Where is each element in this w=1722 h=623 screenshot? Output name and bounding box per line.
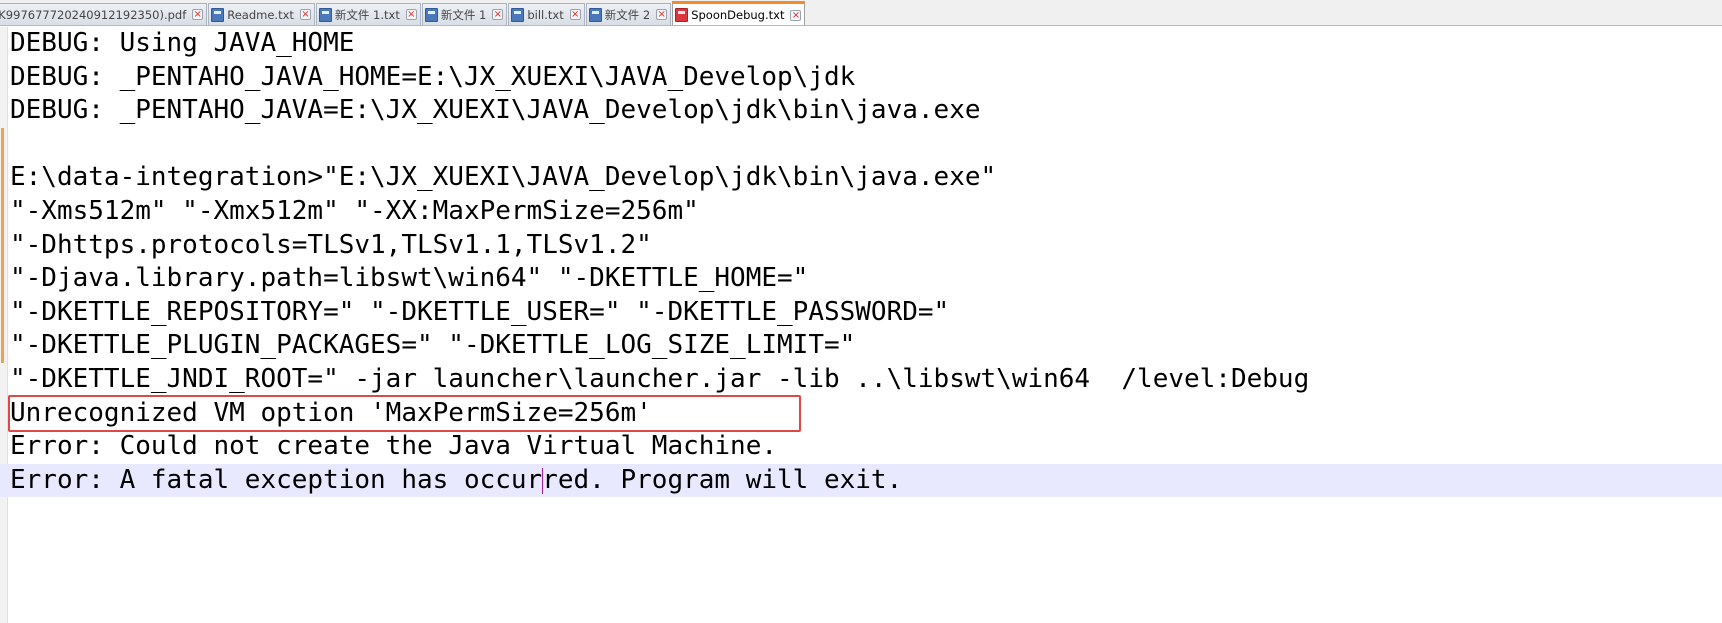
- change-marker: [1, 161, 4, 195]
- editor-line[interactable]: "-DKETTLE_PLUGIN_PACKAGES=" "-DKETTLE_LO…: [0, 329, 1722, 363]
- editor-line[interactable]: [0, 127, 1722, 162]
- line-text: Error: Could not create the Java Virtual…: [10, 431, 778, 462]
- text-editor[interactable]: DEBUG: Using JAVA_HOME DEBUG: _PENTAHO_JA…: [0, 27, 1722, 623]
- tab-6[interactable]: 新文件 2 ×: [585, 3, 672, 25]
- line-text: "-DKETTLE_JNDI_ROOT=" -jar launcher\laun…: [10, 363, 1310, 394]
- text-caret: [542, 467, 544, 494]
- editor-line[interactable]: Error: A fatal exception has occurred. P…: [0, 463, 1722, 498]
- close-tab-icon[interactable]: ×: [299, 9, 311, 20]
- editor-line[interactable]: DEBUG: _PENTAHO_JAVA_HOME=E:\JX_XUEXI\JA…: [0, 61, 1722, 95]
- line-text: E:\data-integration>"E:\JX_XUEXI\JAVA_De…: [10, 162, 997, 193]
- editor-line[interactable]: DEBUG: _PENTAHO_JAVA=E:\JX_XUEXI\JAVA_De…: [0, 94, 1722, 128]
- line-text: DEBUG: Using JAVA_HOME: [10, 28, 355, 58]
- tab-3[interactable]: 新文件 1.txt ×: [315, 3, 421, 25]
- line-text: "-Djava.library.path=libswt\win64" "-DKE…: [10, 263, 809, 294]
- close-tab-icon[interactable]: ×: [790, 9, 802, 21]
- tab-2[interactable]: Readme.txt ×: [208, 3, 315, 25]
- editor-line[interactable]: "-DKETTLE_REPOSITORY=" "-DKETTLE_USER=" …: [0, 295, 1722, 330]
- close-tab-icon[interactable]: ×: [192, 9, 204, 20]
- tab-7[interactable]: SpoonDebug.txt ×: [672, 1, 806, 25]
- saved-file-icon: [424, 7, 438, 22]
- change-marker: [1, 127, 4, 162]
- change-marker: [1, 228, 4, 263]
- tab-label: 新文件 1.txt: [334, 7, 400, 22]
- close-tab-icon[interactable]: ×: [405, 9, 417, 20]
- tab-label: bill.txt: [527, 7, 564, 22]
- tab-label: 新文件 1: [440, 7, 487, 22]
- tab-label: SpoonDebug.txt: [691, 8, 785, 22]
- editor-line[interactable]: Error: Could not create the Java Virtual…: [0, 430, 1722, 464]
- change-marker: [1, 262, 4, 296]
- tab-1[interactable]: EK997677720240912192350).pdf ×: [0, 3, 208, 25]
- tab-5[interactable]: bill.txt ×: [508, 3, 585, 25]
- change-marker: [1, 329, 4, 363]
- close-tab-icon[interactable]: ×: [492, 9, 504, 20]
- unsaved-file-icon: [675, 8, 689, 22]
- line-text: DEBUG: _PENTAHO_JAVA_HOME=E:\JX_XUEXI\JA…: [10, 61, 856, 92]
- change-marker: [1, 295, 4, 330]
- editor-line[interactable]: "-Xms512m" "-Xmx512m" "-XX:MaxPermSize=2…: [0, 194, 1722, 229]
- tab-4[interactable]: 新文件 1 ×: [421, 3, 508, 25]
- line-text: "-Xms512m" "-Xmx512m" "-XX:MaxPermSize=2…: [10, 195, 699, 226]
- error-highlight-box: [8, 395, 801, 432]
- editor-line[interactable]: "-Dhttps.protocols=TLSv1,TLSv1.1,TLSv1.2…: [0, 228, 1722, 263]
- close-tab-icon[interactable]: ×: [656, 9, 668, 20]
- tab-label: Readme.txt: [227, 7, 294, 22]
- saved-file-icon: [318, 7, 332, 22]
- editor-line[interactable]: "-DKETTLE_JNDI_ROOT=" -jar launcher\laun…: [0, 363, 1722, 397]
- saved-file-icon: [211, 7, 225, 22]
- close-tab-icon[interactable]: ×: [569, 9, 581, 20]
- line-text: DEBUG: _PENTAHO_JAVA=E:\JX_XUEXI\JAVA_De…: [10, 95, 981, 126]
- change-marker: [1, 194, 4, 229]
- saved-file-icon: [511, 7, 525, 22]
- editor-line[interactable]: DEBUG: Using JAVA_HOME: [0, 27, 1722, 61]
- tab-label: 新文件 2: [604, 7, 651, 22]
- line-text: "-Dhttps.protocols=TLSv1,TLSv1.1,TLSv1.2…: [10, 229, 652, 260]
- editor-line[interactable]: E:\data-integration>"E:\JX_XUEXI\JAVA_De…: [0, 161, 1722, 195]
- line-text: Error: A fatal exception has occurred. P…: [10, 464, 903, 495]
- saved-file-icon: [588, 7, 602, 22]
- tab-bar: EK997677720240912192350).pdf × Readme.txt ×…: [0, 0, 1722, 26]
- editor-line[interactable]: "-Djava.library.path=libswt\win64" "-DKE…: [0, 262, 1722, 296]
- tab-label: EK997677720240912192350).pdf: [0, 7, 187, 22]
- line-text: "-DKETTLE_PLUGIN_PACKAGES=" "-DKETTLE_LO…: [10, 330, 856, 361]
- line-text: "-DKETTLE_REPOSITORY=" "-DKETTLE_USER=" …: [10, 296, 950, 327]
